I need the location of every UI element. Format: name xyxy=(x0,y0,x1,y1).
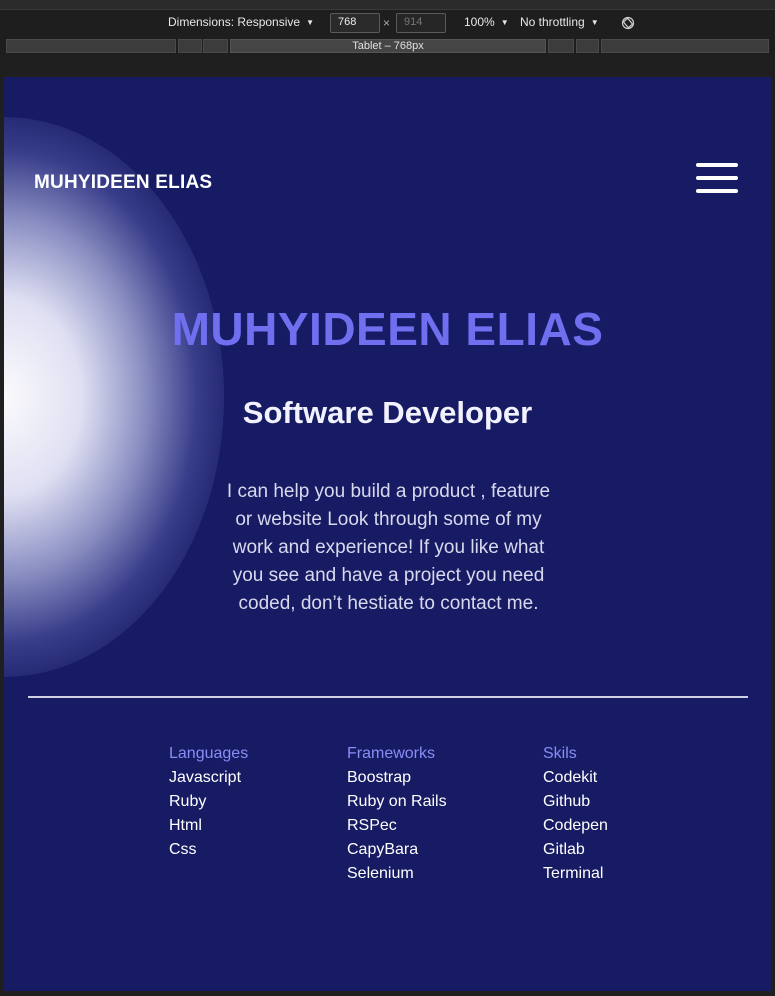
device-toolbar: Dimensions: Responsive ▼ 768 × 914 100% … xyxy=(0,10,775,36)
column-heading: Frameworks xyxy=(347,745,436,762)
list-item[interactable]: Terminal xyxy=(543,864,608,888)
zoom-label: 100% xyxy=(464,15,495,29)
column-heading: Languages xyxy=(169,745,249,762)
dimensions-label: Dimensions: Responsive xyxy=(168,15,301,29)
hero-title: MUHYIDEEN ELIAS xyxy=(171,303,604,355)
footer-column-languages: Languages Javascript Ruby Html Css xyxy=(169,744,248,864)
list-item[interactable]: CapyBara xyxy=(347,840,447,864)
list-item[interactable]: Selenium xyxy=(347,864,447,888)
media-query-segment[interactable] xyxy=(548,39,574,53)
footer-column-frameworks: Frameworks Boostrap Ruby on Rails RSPec … xyxy=(347,744,447,888)
throttling-label: No throttling xyxy=(520,15,585,29)
footer-column-skills: Skils Codekit Github Codepen Gitlab Term… xyxy=(543,744,608,888)
width-input[interactable]: 768 xyxy=(330,13,380,33)
dimensions-dropdown[interactable]: Dimensions: Responsive ▼ xyxy=(168,15,314,29)
height-input[interactable]: 914 xyxy=(396,13,446,33)
list-item[interactable]: Gitlab xyxy=(543,840,608,864)
list-item[interactable]: Codepen xyxy=(543,816,608,840)
devtools-top-strip xyxy=(0,0,775,10)
site-logo[interactable]: MUHYIDEEN ELIAS xyxy=(34,172,212,194)
hamburger-menu-icon[interactable] xyxy=(696,163,738,195)
toolbar-gap xyxy=(0,55,775,77)
column-heading: Skils xyxy=(543,745,577,762)
list-item[interactable]: Css xyxy=(169,840,248,864)
section-divider xyxy=(28,696,748,698)
list-item[interactable]: Html xyxy=(169,816,248,840)
times-symbol: × xyxy=(383,16,391,30)
media-query-segment[interactable] xyxy=(178,39,202,53)
list-item[interactable]: Ruby on Rails xyxy=(347,792,447,816)
list-item[interactable]: Ruby xyxy=(169,792,248,816)
hero-subtitle: Software Developer xyxy=(242,395,533,430)
hero-description: I can help you build a product , feature… xyxy=(226,481,551,614)
caret-down-icon: ▼ xyxy=(500,17,509,27)
rotate-icon[interactable] xyxy=(621,16,635,30)
media-query-segment[interactable] xyxy=(576,39,599,53)
caret-down-icon: ▼ xyxy=(590,17,599,27)
list-item[interactable]: Javascript xyxy=(169,768,248,792)
media-query-segment[interactable] xyxy=(601,39,769,53)
page-viewport: MUHYIDEEN ELIAS MUHYIDEEN ELIAS Software… xyxy=(4,77,771,991)
zoom-dropdown[interactable]: 100% ▼ xyxy=(464,15,509,29)
caret-down-icon: ▼ xyxy=(306,17,314,27)
list-item[interactable]: RSPec xyxy=(347,816,447,840)
throttling-dropdown[interactable]: No throttling ▼ xyxy=(520,15,599,29)
media-query-segment[interactable] xyxy=(203,39,228,53)
media-query-bar: Tablet – 768px xyxy=(0,37,775,55)
media-query-tablet[interactable]: Tablet – 768px xyxy=(230,39,546,53)
media-query-segment[interactable] xyxy=(6,39,176,53)
list-item[interactable]: Codekit xyxy=(543,768,608,792)
list-item[interactable]: Boostrap xyxy=(347,768,447,792)
list-item[interactable]: Github xyxy=(543,792,608,816)
